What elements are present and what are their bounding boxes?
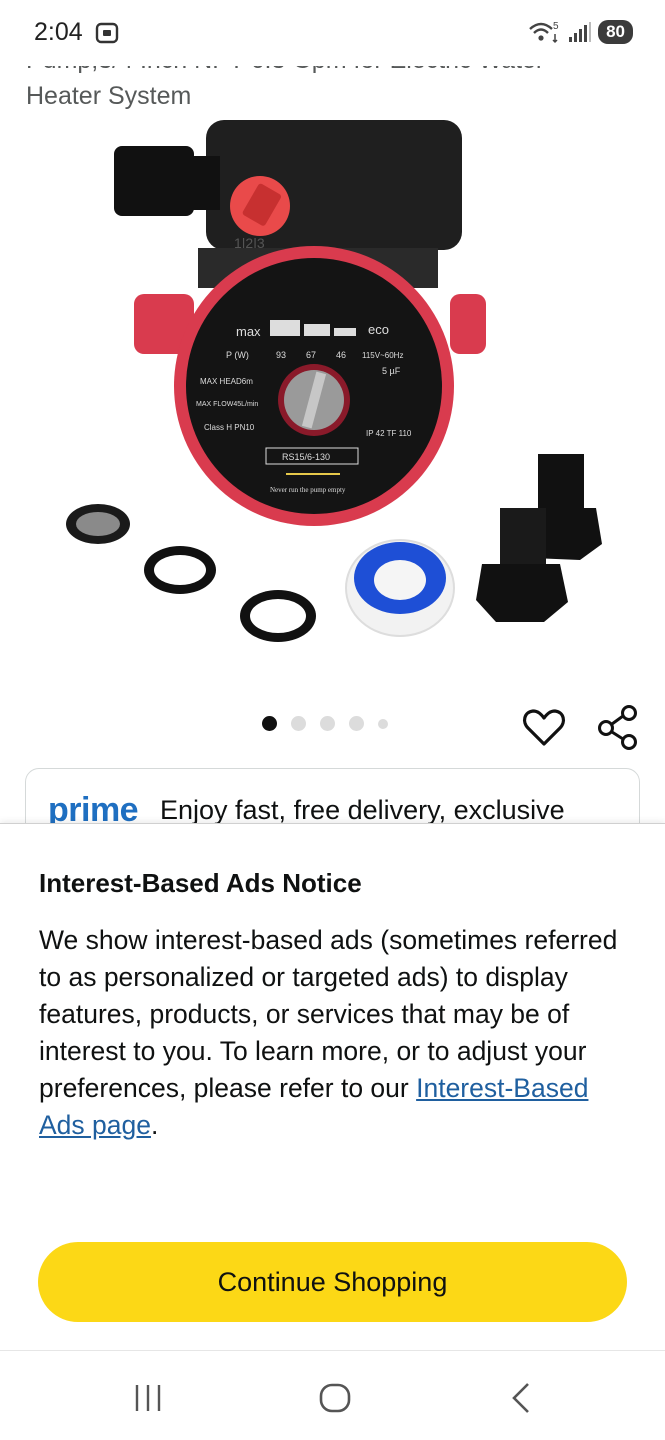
recent-apps-icon[interactable] bbox=[133, 1383, 163, 1413]
image-carousel-dots bbox=[262, 716, 388, 731]
pump-label-class: Class H PN10 bbox=[204, 423, 255, 432]
pump-label-flow: MAX FLOW45L/min bbox=[196, 401, 258, 408]
carousel-dot-5[interactable] bbox=[378, 718, 388, 729]
pump-label-67: 67 bbox=[306, 350, 316, 360]
carousel-dot-3[interactable] bbox=[320, 716, 335, 731]
wifi-icon: 5 bbox=[529, 21, 559, 44]
pump-label-ip: IP 42 TF 110 bbox=[366, 429, 412, 438]
modal-body: We show interest-based ads (sometimes re… bbox=[39, 922, 634, 1144]
carousel-dot-1[interactable] bbox=[262, 716, 277, 731]
ads-notice-modal: Interest-Based Ads Notice We show intere… bbox=[0, 823, 665, 1350]
pump-label-cap: 5 µF bbox=[382, 366, 401, 376]
battery-indicator: 80 bbox=[598, 20, 633, 44]
status-time: 2:04 bbox=[34, 18, 83, 46]
back-icon[interactable] bbox=[508, 1381, 534, 1415]
status-right: 5 80 bbox=[528, 20, 633, 44]
heart-icon[interactable] bbox=[522, 706, 566, 750]
carousel-dot-2[interactable] bbox=[291, 716, 306, 731]
home-icon[interactable] bbox=[318, 1381, 352, 1415]
pump-label-46: 46 bbox=[336, 350, 346, 360]
pump-label-pw: P (W) bbox=[226, 350, 249, 360]
signal-icon bbox=[569, 22, 592, 42]
modal-title: Interest-Based Ads Notice bbox=[39, 868, 362, 898]
system-nav-bar bbox=[0, 1350, 665, 1440]
modal-body-end: . bbox=[150, 1110, 159, 1140]
pump-label-93: 93 bbox=[276, 350, 286, 360]
pump-label-head: MAX HEAD6m bbox=[200, 377, 253, 386]
pump-label-voltage: 115V~60Hz bbox=[362, 351, 403, 360]
product-image[interactable]: 1|2|3 max eco P (W) 93 67 46 115V~60Hz M… bbox=[50, 108, 620, 668]
share-icon[interactable] bbox=[596, 704, 640, 750]
screen-recorder-icon bbox=[95, 22, 119, 44]
status-bar: 2:04 5 80 bbox=[0, 0, 665, 66]
wifi-label: 5 bbox=[553, 21, 559, 32]
pump-label-model: RS15/6-130 bbox=[282, 452, 330, 462]
continue-shopping-button[interactable]: Continue Shopping bbox=[38, 1242, 627, 1322]
carousel-dot-4[interactable] bbox=[349, 716, 364, 731]
prime-promo-text: Enjoy fast, free delivery, exclusive bbox=[160, 795, 565, 825]
pump-label-max: max bbox=[236, 324, 261, 339]
pump-label-warning: Never run the pump empty bbox=[270, 486, 346, 494]
pump-label-eco: eco bbox=[368, 322, 389, 337]
